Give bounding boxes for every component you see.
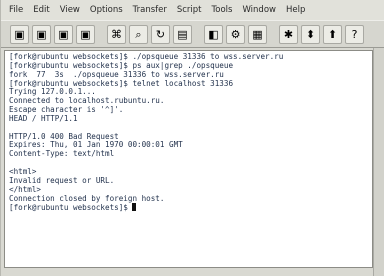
toolbar-separator [270, 25, 276, 44]
menu-transfer[interactable]: Transfer [133, 5, 167, 15]
open-session-icon: ▣ [36, 27, 47, 41]
connect-icon: ⌘ [111, 27, 122, 41]
lock-icon: ⬆ [327, 27, 338, 41]
terminal-line: Content-Type: text/html [9, 149, 115, 159]
keymap-icon: ✱ [283, 27, 294, 41]
menu-options[interactable]: Options [90, 5, 123, 15]
toolbar: ▣ ▣ ▣ ▣ ⌘ ⌕ ↻ ▤ ◧ ⚙ ▦ ✱ ⬍ ⬆? [1, 20, 384, 48]
screen-icon: ⚙ [230, 27, 241, 41]
terminal-line: [fork@rubuntu websockets]$ [9, 203, 372, 212]
settings-icon: ▦ [252, 27, 263, 41]
terminal-output[interactable]: [fork@rubuntu websockets]$ ./opsqueue 31… [4, 50, 373, 268]
toolbar-separator [98, 25, 104, 44]
find-button[interactable]: ⌕ [129, 24, 148, 44]
menu-file[interactable]: File [9, 5, 23, 15]
terminal-line: Connection closed by foreign host. [9, 193, 165, 203]
new-session-icon: ▣ [14, 27, 25, 41]
save-button[interactable]: ▣ [54, 24, 73, 44]
copy-button[interactable]: ▤ [173, 24, 192, 44]
terminal-line: HEAD / HTTP/1.1 [9, 113, 78, 123]
reconnect-button[interactable]: ↻ [151, 24, 170, 44]
menu-help[interactable]: Help [286, 5, 305, 15]
menu-script[interactable]: Script [177, 5, 202, 15]
text-cursor [132, 203, 137, 212]
help-icon: ? [351, 27, 358, 41]
reconnect-icon: ↻ [155, 27, 166, 41]
print-button[interactable]: ▣ [76, 24, 95, 44]
keymap-button[interactable]: ✱ [279, 24, 298, 44]
sftp-icon: ⬍ [305, 27, 316, 41]
menu-window[interactable]: Window [242, 5, 276, 15]
menu-edit[interactable]: Edit [33, 5, 49, 15]
find-icon: ⌕ [135, 27, 142, 41]
toolbar-separator [195, 25, 201, 44]
print-icon: ▣ [80, 27, 91, 41]
terminal-window: File Edit View Options Transfer Script T… [0, 0, 384, 276]
menu-tools[interactable]: Tools [212, 5, 233, 15]
menu-bar: File Edit View Options Transfer Script T… [1, 0, 384, 20]
copy-icon: ▤ [177, 27, 188, 41]
menu-view[interactable]: View [60, 5, 80, 15]
sftp-button[interactable]: ⬍ [301, 24, 320, 44]
save-icon: ▣ [58, 27, 69, 41]
disconnect-icon: ◧ [208, 27, 219, 41]
connect-button[interactable]: ⌘ [107, 24, 126, 44]
help-button[interactable]: ? [345, 24, 364, 44]
new-session-button[interactable]: ▣ [10, 24, 29, 44]
vertical-scrollbar[interactable] [373, 48, 384, 276]
screen-button[interactable]: ⚙ [226, 24, 245, 44]
disconnect-button[interactable]: ◧ [204, 24, 223, 44]
settings-button[interactable]: ▦ [248, 24, 267, 44]
terminal-line: Invalid request or URL. [9, 175, 115, 185]
open-session-button[interactable]: ▣ [32, 24, 51, 44]
lock-button[interactable]: ⬆ [323, 24, 342, 44]
